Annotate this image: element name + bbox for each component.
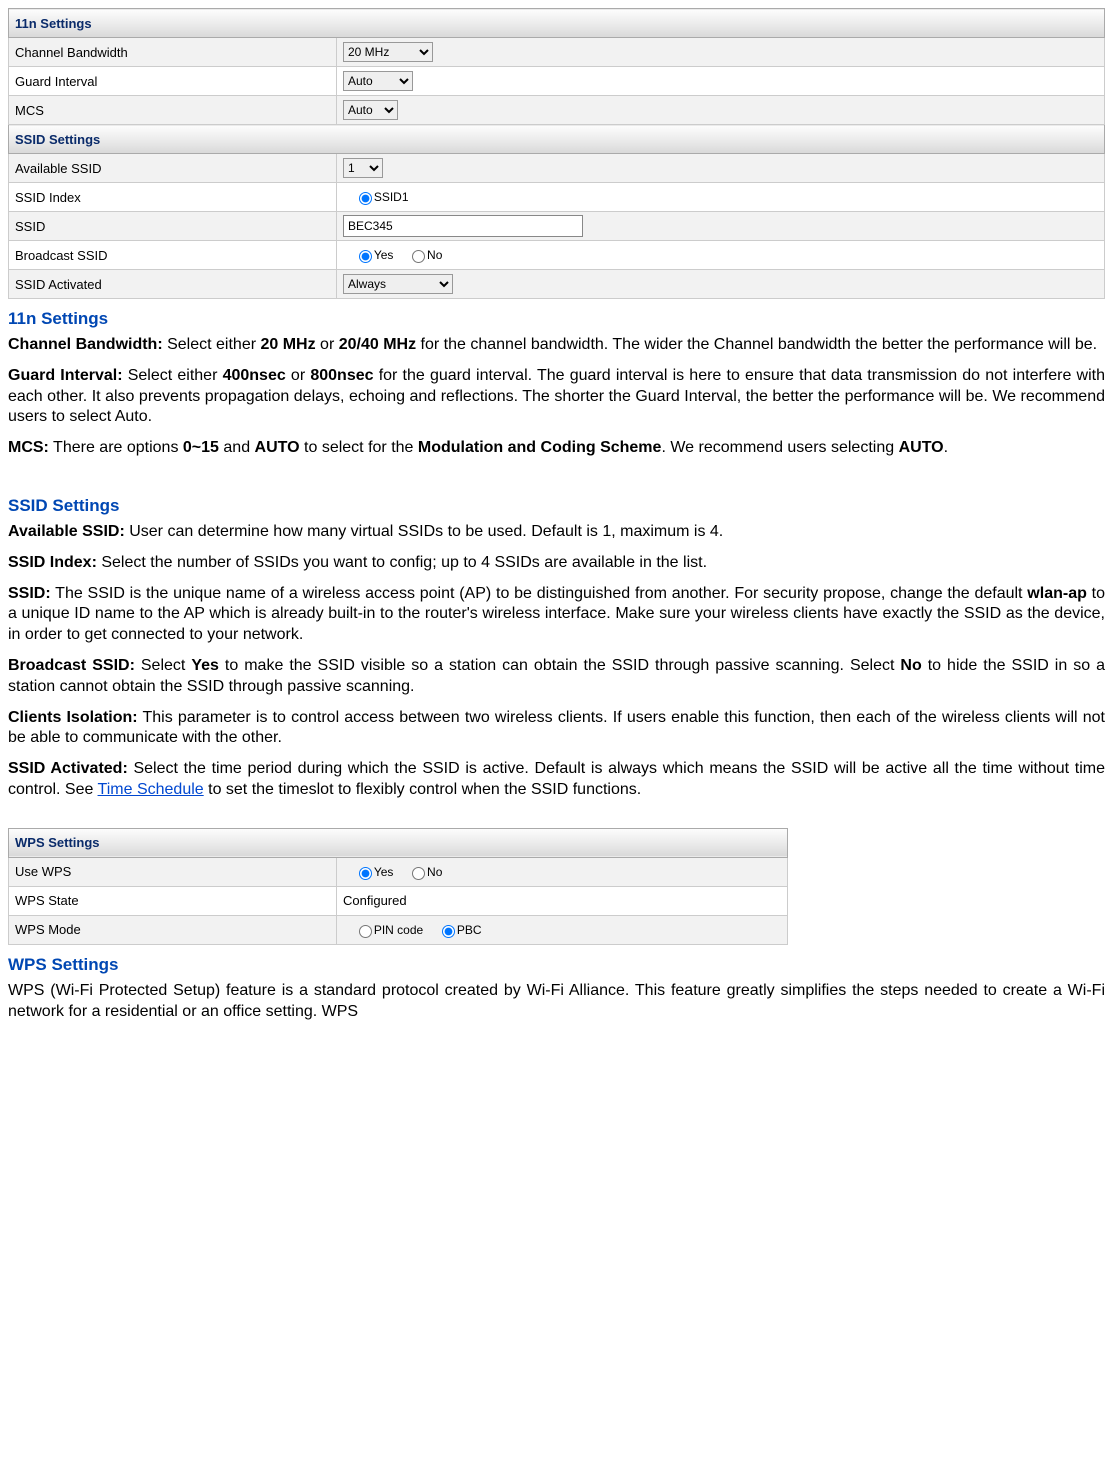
label-available-ssid: Available SSID (9, 154, 337, 183)
label-channel-bandwidth: Channel Bandwidth (9, 38, 337, 67)
para-mcs: MCS: There are options 0~15 and AUTO to … (8, 438, 1105, 459)
para-ssid-activated: SSID Activated: Select the time period d… (8, 759, 1105, 801)
cell-available-ssid: 1 (337, 154, 1105, 183)
radio-usewps-yes[interactable] (359, 867, 372, 880)
radio-label-pbc: PBC (457, 923, 482, 937)
label-ssid: SSID (9, 212, 337, 241)
section-header-11n: 11n Settings (9, 9, 1105, 38)
heading-wps-settings: WPS Settings (8, 955, 1105, 975)
cell-wps-state: Configured (337, 886, 788, 915)
label-guard-interval: Guard Interval (9, 67, 337, 96)
select-ssid-activated[interactable]: Always (343, 274, 453, 294)
para-ssid: SSID: The SSID is the unique name of a w… (8, 584, 1105, 646)
cell-use-wps: Yes No (337, 857, 788, 886)
radio-label-yes: Yes (374, 248, 394, 262)
para-ssid-index: SSID Index: Select the number of SSIDs y… (8, 553, 1105, 574)
section-header-ssid: SSID Settings (9, 125, 1105, 154)
para-guard-interval: Guard Interval: Select either 400nsec or… (8, 366, 1105, 428)
label-ssid-activated: SSID Activated (9, 270, 337, 299)
settings-table-wps: WPS Settings Use WPS Yes No WPS State Co… (8, 828, 788, 945)
select-mcs[interactable]: Auto (343, 100, 398, 120)
cell-broadcast-ssid: Yes No (337, 241, 1105, 270)
cell-guard-interval: Auto (337, 67, 1105, 96)
radio-label-usewps-yes: Yes (374, 865, 394, 879)
input-ssid[interactable] (343, 215, 583, 237)
cell-ssid-activated: Always (337, 270, 1105, 299)
para-available-ssid: Available SSID: User can determine how m… (8, 522, 1105, 543)
radio-wps-pin[interactable] (359, 925, 372, 938)
label-wps-state: WPS State (9, 886, 337, 915)
radio-usewps-no[interactable] (412, 867, 425, 880)
radio-label-pin: PIN code (374, 923, 423, 937)
radio-broadcast-yes[interactable] (359, 250, 372, 263)
select-available-ssid[interactable]: 1 (343, 158, 383, 178)
para-broadcast-ssid: Broadcast SSID: Select Yes to make the S… (8, 656, 1105, 698)
radio-label-no: No (427, 248, 442, 262)
para-clients-isolation: Clients Isolation: This parameter is to … (8, 708, 1105, 750)
para-channel-bandwidth: Channel Bandwidth: Select either 20 MHz … (8, 335, 1105, 356)
label-wps-mode: WPS Mode (9, 915, 337, 944)
heading-11n-settings: 11n Settings (8, 309, 1105, 329)
cell-mcs: Auto (337, 96, 1105, 125)
cell-ssid-index: SSID1 (337, 183, 1105, 212)
settings-table-11n-ssid: 11n Settings Channel Bandwidth 20 MHz Gu… (8, 8, 1105, 299)
radio-wps-pbc[interactable] (442, 925, 455, 938)
label-mcs: MCS (9, 96, 337, 125)
section-header-wps: WPS Settings (9, 828, 788, 857)
radio-label-usewps-no: No (427, 865, 442, 879)
para-wps-intro: WPS (Wi-Fi Protected Setup) feature is a… (8, 981, 1105, 1023)
radio-label-ssid1: SSID1 (374, 190, 409, 204)
label-ssid-index: SSID Index (9, 183, 337, 212)
label-use-wps: Use WPS (9, 857, 337, 886)
select-channel-bandwidth[interactable]: 20 MHz (343, 42, 433, 62)
label-broadcast-ssid: Broadcast SSID (9, 241, 337, 270)
radio-ssid-index[interactable] (359, 192, 372, 205)
radio-broadcast-no[interactable] (412, 250, 425, 263)
heading-ssid-settings: SSID Settings (8, 496, 1105, 516)
cell-ssid (337, 212, 1105, 241)
link-time-schedule[interactable]: Time Schedule (98, 781, 204, 798)
select-guard-interval[interactable]: Auto (343, 71, 413, 91)
cell-wps-mode: PIN code PBC (337, 915, 788, 944)
cell-channel-bandwidth: 20 MHz (337, 38, 1105, 67)
